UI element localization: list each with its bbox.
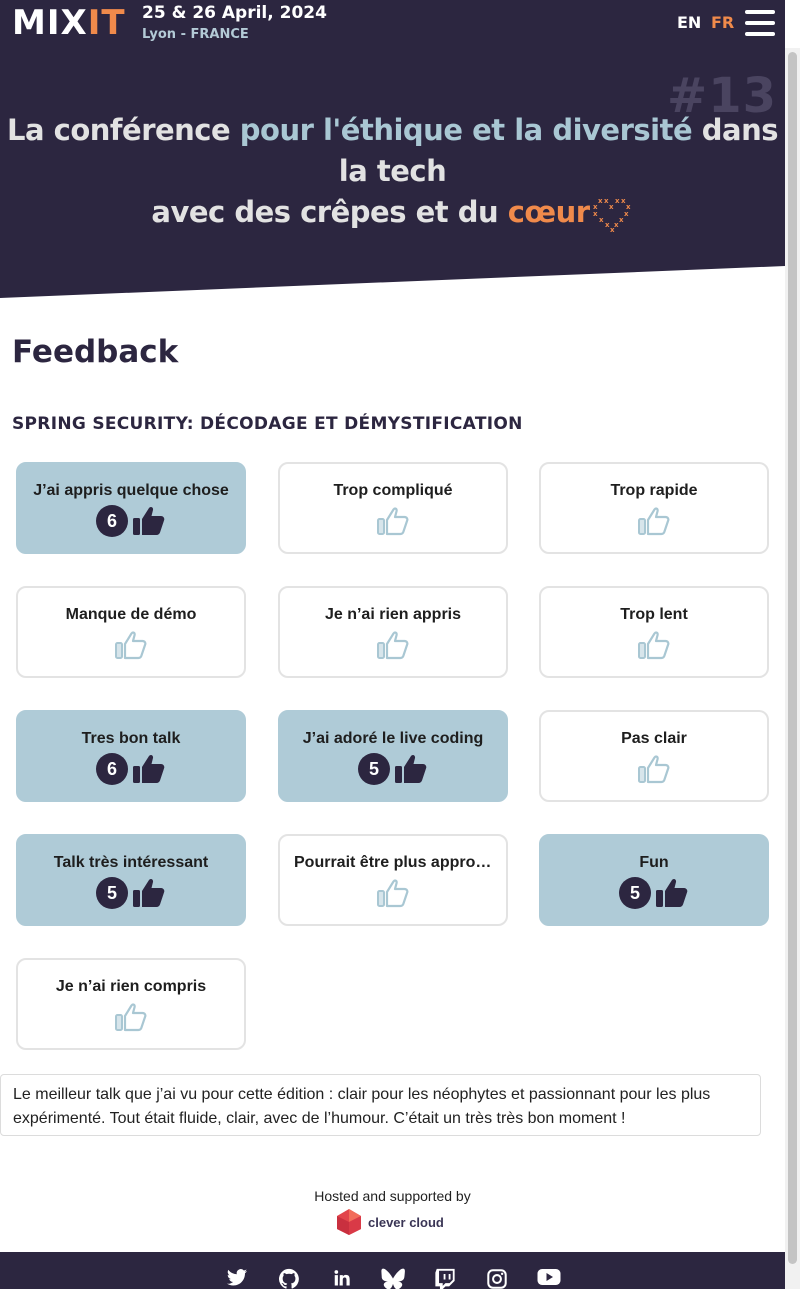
feedback-card[interactable]: Pas clair xyxy=(539,710,769,802)
feedback-label: Trop lent xyxy=(620,606,688,623)
feedback-label: J’ai appris quelque chose xyxy=(33,482,229,499)
feedback-label: Je n’ai rien appris xyxy=(324,606,462,623)
feedback-count: 5 xyxy=(619,877,651,909)
thumbs-up-icon xyxy=(114,629,148,661)
feedback-count: 6 xyxy=(96,753,128,785)
feedback-card[interactable]: Pourrait être plus approfondi xyxy=(278,834,508,926)
thumbs-up-icon xyxy=(114,1001,148,1033)
tagline-heart-word: cœur xyxy=(507,195,590,229)
svg-text:x: x xyxy=(599,216,604,224)
tagline-highlight: pour l'éthique et la diversité xyxy=(239,113,693,147)
feedback-comment: Le meilleur talk que j’ai vu pour cette … xyxy=(0,1074,761,1136)
thumbs-up-icon xyxy=(376,505,410,537)
top-bar: MIX IT 25 & 26 April, 2024 Lyon - FRANCE … xyxy=(0,0,785,48)
feedback-card[interactable]: Talk très intéressant 5 xyxy=(16,834,246,926)
tagline-part: dans xyxy=(692,113,779,147)
feedback-label: Manque de démo xyxy=(65,606,197,623)
twitch-icon[interactable] xyxy=(433,1268,457,1289)
svg-text:x: x xyxy=(593,210,598,218)
feedback-count: 5 xyxy=(358,753,390,785)
hosted-by-text: Hosted and supported by xyxy=(314,1188,471,1204)
feedback-label: Je n’ai rien compris xyxy=(55,978,207,995)
thumbs-up-icon xyxy=(376,877,410,909)
clever-cloud-logo[interactable]: clever cloud xyxy=(336,1208,444,1236)
feedback-card[interactable]: J’ai adoré le live coding 5 xyxy=(278,710,508,802)
feedback-label: Tres bon talk xyxy=(81,730,181,747)
mixit-logo[interactable]: MIX IT xyxy=(12,6,126,40)
tagline-part: avec des crêpes et du xyxy=(151,195,508,229)
feedback-label: Trop rapide xyxy=(610,482,698,499)
linkedin-icon[interactable] xyxy=(329,1268,353,1289)
feedback-card[interactable]: Trop lent xyxy=(539,586,769,678)
logo-it-text: IT xyxy=(87,3,126,43)
feedback-card[interactable]: Tres bon talk 6 xyxy=(16,710,246,802)
thumbs-up-icon xyxy=(637,629,671,661)
clever-cloud-icon xyxy=(337,1209,361,1235)
feedback-card[interactable]: Trop rapide xyxy=(539,462,769,554)
svg-text:x: x xyxy=(615,197,620,205)
talk-title: SPRING SECURITY: DÉCODAGE ET DÉMYSTIFICA… xyxy=(12,414,523,434)
svg-text:x: x xyxy=(624,210,629,218)
feedback-card[interactable]: Trop compliqué xyxy=(278,462,508,554)
thumbs-up-icon xyxy=(132,505,166,537)
thumbs-up-icon xyxy=(637,505,671,537)
feedback-label: Talk très intéressant xyxy=(53,854,209,871)
feedback-count: 6 xyxy=(96,505,128,537)
feedback-label: Pas clair xyxy=(621,730,687,747)
lang-en-link[interactable]: EN xyxy=(677,13,701,32)
twitter-icon[interactable] xyxy=(225,1268,249,1289)
svg-text:x: x xyxy=(609,203,614,211)
feedback-label: J’ai adoré le live coding xyxy=(302,730,484,747)
feedback-card[interactable]: Fun 5 xyxy=(539,834,769,926)
feedback-card[interactable]: J’ai appris quelque chose 6 xyxy=(16,462,246,554)
clever-cloud-name: clever cloud xyxy=(368,1214,444,1230)
thumbs-up-icon xyxy=(655,877,689,909)
feedback-card[interactable]: Manque de démo xyxy=(16,586,246,678)
feedback-label: Pourrait être plus approfondi xyxy=(294,854,492,871)
feedback-label: Fun xyxy=(639,854,669,871)
thumbs-up-icon xyxy=(376,629,410,661)
scrollbar-thumb[interactable] xyxy=(788,52,797,1264)
thumbs-up-icon xyxy=(132,753,166,785)
instagram-icon[interactable] xyxy=(485,1268,509,1289)
hero-banner: #13 La conférence pour l'éthique et la d… xyxy=(0,48,785,298)
feedback-card[interactable]: Je n’ai rien compris xyxy=(16,958,246,1050)
thumbs-up-icon xyxy=(132,877,166,909)
feedback-card[interactable]: Je n’ai rien appris xyxy=(278,586,508,678)
youtube-icon[interactable] xyxy=(537,1268,561,1289)
footer xyxy=(0,1252,785,1289)
github-icon[interactable] xyxy=(277,1268,301,1289)
thumbs-up-icon xyxy=(637,753,671,785)
lang-fr-link[interactable]: FR xyxy=(711,13,734,32)
page-title: Feedback xyxy=(12,334,179,370)
hero-tagline: La conférence pour l'éthique et la diver… xyxy=(0,110,785,233)
logo-mix-text: MIX xyxy=(12,3,88,43)
feedback-label: Trop compliqué xyxy=(333,482,453,499)
thumbs-up-icon xyxy=(394,753,428,785)
tagline-part: La conférence xyxy=(7,113,240,147)
tagline-part: la tech xyxy=(338,154,447,188)
bluesky-icon[interactable] xyxy=(381,1268,405,1289)
heart-icon: xxxx xxx xx xx xx x xyxy=(593,197,632,233)
feedback-count: 5 xyxy=(96,877,128,909)
svg-text:x: x xyxy=(598,197,603,205)
event-location: Lyon - FRANCE xyxy=(142,27,249,42)
event-dates: 25 & 26 April, 2024 xyxy=(142,3,327,23)
menu-icon[interactable] xyxy=(745,10,775,36)
